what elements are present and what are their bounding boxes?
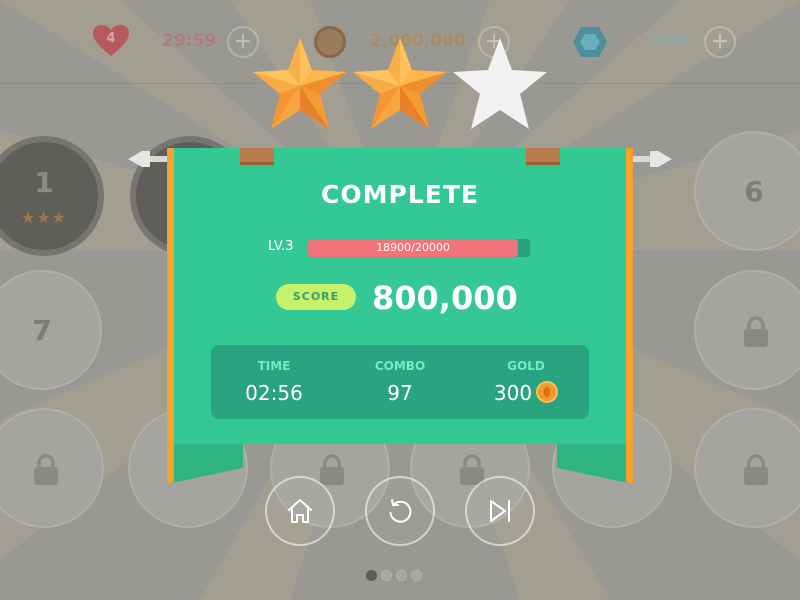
lives-count: 4 (106, 31, 116, 46)
gold-label: GOLD (507, 359, 545, 373)
lock-icon (744, 316, 768, 347)
stat-time: TIME 02:56 (211, 345, 337, 419)
star-icon (253, 38, 347, 129)
level-label: LV.3 (268, 239, 294, 254)
xp-progress-bar: 18900/20000 (308, 239, 530, 257)
star-outline-icon (453, 38, 547, 129)
level-number: 7 (32, 314, 52, 347)
level-stars: ★★★ (20, 208, 68, 227)
level-number: 6 (744, 175, 764, 208)
home-icon (288, 499, 312, 523)
stat-gold: GOLD 300 (463, 345, 589, 419)
lock-icon (34, 454, 58, 485)
star-earned-2 (350, 36, 450, 132)
lock-icon (744, 454, 768, 485)
gem-icon (573, 27, 607, 57)
coin-icon (536, 381, 559, 403)
stats-panel: TIME 02:56 COMBO 97 GOLD 300 (211, 345, 589, 419)
banner-strap (240, 148, 274, 165)
page-indicator (366, 566, 426, 581)
star-empty-3 (450, 36, 550, 132)
result-title: COMPLETE (321, 180, 479, 209)
gold-value: 300 (493, 381, 533, 405)
xp-progress-text: 18900/20000 (376, 241, 450, 254)
page-dot[interactable] (381, 570, 392, 581)
page-dot[interactable] (396, 570, 407, 581)
star-icon (353, 38, 447, 129)
lives-timer: 29:59 (162, 31, 217, 51)
replay-button[interactable] (365, 476, 435, 546)
next-icon (490, 500, 510, 522)
star-earned-1 (250, 36, 350, 132)
home-button[interactable] (265, 476, 335, 546)
lives-indicator: 4 (92, 24, 130, 58)
banner-strap (526, 148, 560, 165)
stat-combo: COMBO 97 (337, 345, 463, 419)
score-value: 800,000 (372, 279, 518, 317)
level-number: 1 (34, 166, 54, 199)
page-dot[interactable] (411, 570, 422, 581)
combo-label: COMBO (374, 359, 426, 373)
gems-count: 500 (651, 31, 687, 51)
page-dot[interactable] (366, 570, 377, 581)
combo-value: 97 (387, 381, 413, 405)
gold-value-row: 300 (463, 381, 589, 405)
replay-icon (389, 499, 412, 523)
time-value: 02:56 (245, 381, 303, 405)
time-label: TIME (257, 359, 291, 373)
score-label: SCORE (276, 284, 356, 310)
add-gems-button[interactable]: + (704, 26, 736, 58)
next-level-button[interactable] (465, 476, 535, 546)
lock-icon (320, 454, 344, 485)
